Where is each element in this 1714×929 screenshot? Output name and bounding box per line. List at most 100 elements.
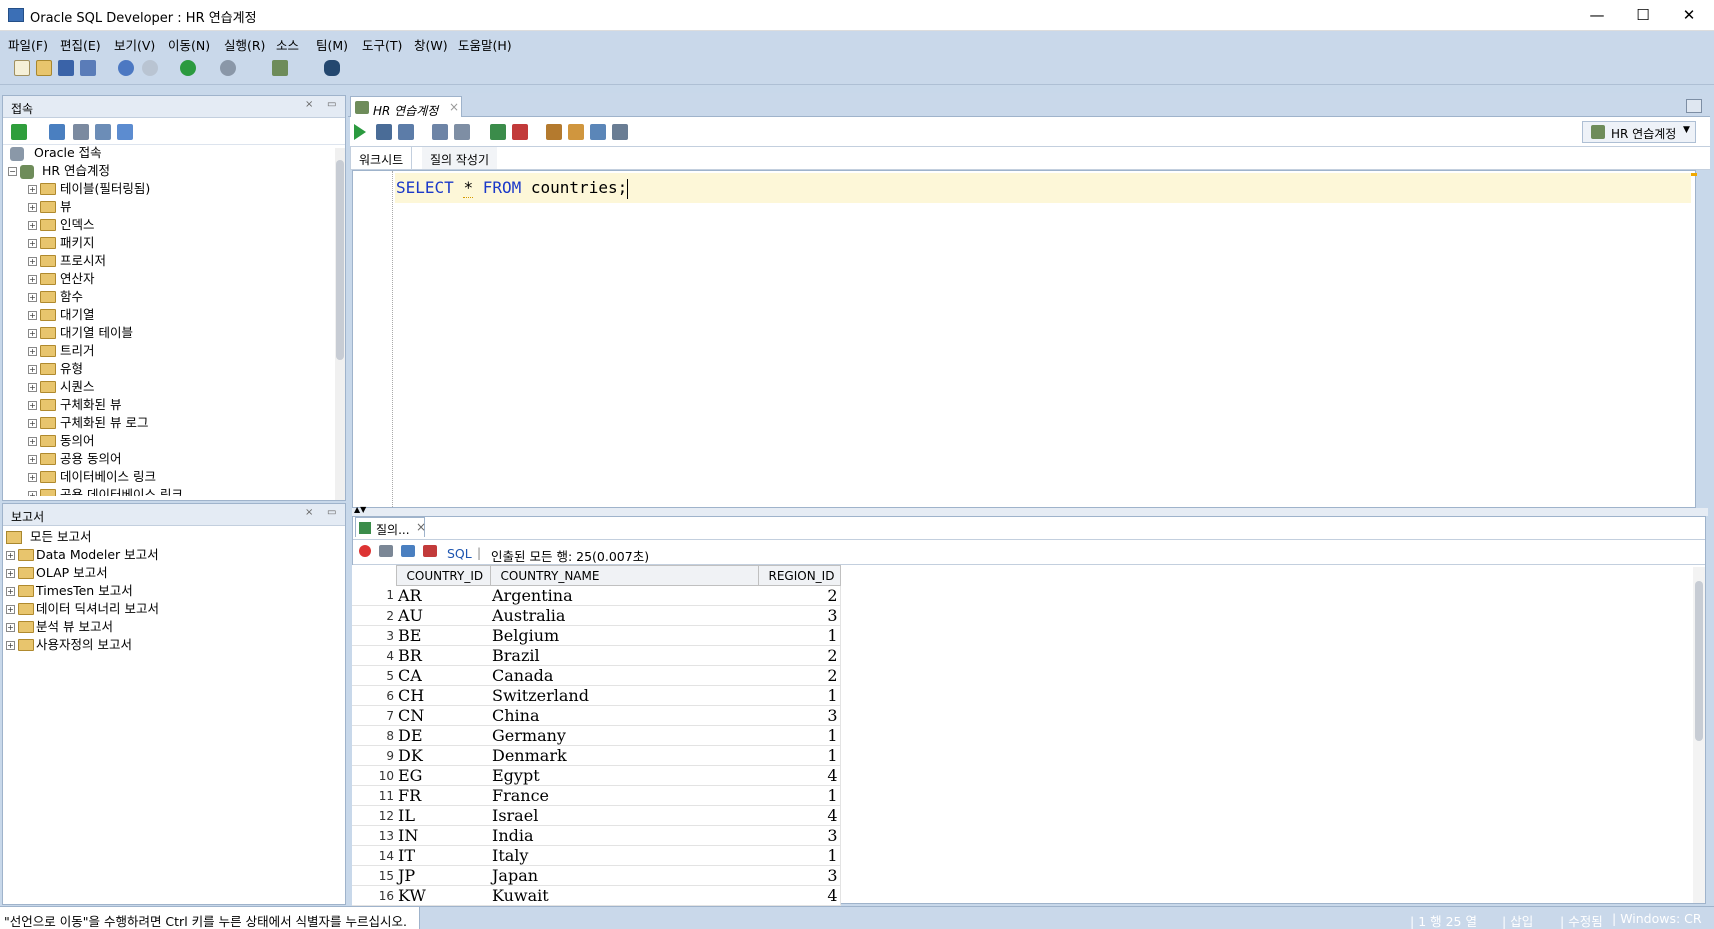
table-row[interactable]: 5 CA Canada 2 <box>352 665 841 686</box>
column-header-country-name[interactable]: COUNTRY_NAME <box>489 565 759 586</box>
binoculars-icon[interactable] <box>324 60 340 76</box>
splitter[interactable]: ▲▼ <box>352 505 1708 516</box>
tree-node-object-type[interactable]: + 데이터베이스 링크 <box>26 468 336 486</box>
forward-icon[interactable] <box>220 60 236 76</box>
cell-country-id[interactable]: AU <box>396 605 490 626</box>
expand-toggle-icon[interactable]: + <box>28 311 37 320</box>
cell-country-name[interactable]: Japan <box>490 865 758 886</box>
redo-icon[interactable] <box>142 60 158 76</box>
collapse-icon[interactable] <box>117 124 133 140</box>
table-row[interactable]: 11 FR France 1 <box>352 785 841 806</box>
tree-node-all-reports[interactable]: 모든 보고서 <box>4 528 334 546</box>
tab-worksheet[interactable]: 워크시트 <box>350 147 413 169</box>
panel-minimize-icon[interactable]: ▭ <box>327 99 336 110</box>
expand-toggle-icon[interactable]: + <box>28 239 37 248</box>
expand-toggle-icon[interactable]: + <box>6 641 15 650</box>
minimize-button[interactable]: — <box>1574 0 1620 30</box>
expand-toggle-icon[interactable]: + <box>28 347 37 356</box>
tree-node-object-type[interactable]: + 프로시저 <box>26 252 336 270</box>
save-icon[interactable] <box>58 60 74 76</box>
sql-worksheet-icon[interactable] <box>272 60 288 76</box>
cell-country-name[interactable]: Italy <box>490 845 758 866</box>
maximize-button[interactable]: ☐ <box>1620 0 1666 30</box>
cell-region-id[interactable]: 3 <box>758 605 841 626</box>
cell-country-name[interactable]: Germany <box>490 725 758 746</box>
cell-country-id[interactable]: JP <box>396 865 490 886</box>
tree-node-object-type[interactable]: + 동의어 <box>26 432 336 450</box>
collapse-toggle-icon[interactable]: − <box>8 167 17 176</box>
table-row[interactable]: 12 IL Israel 4 <box>352 805 841 826</box>
cell-country-name[interactable]: Australia <box>490 605 758 626</box>
cell-country-id[interactable]: IL <box>396 805 490 826</box>
chevron-down-icon[interactable]: ▼ <box>1683 125 1690 135</box>
tab-close-icon[interactable]: × <box>416 520 426 534</box>
menu-view[interactable]: 보기(V) <box>114 35 155 54</box>
expand-toggle-icon[interactable]: + <box>28 293 37 302</box>
table-row[interactable]: 1 AR Argentina 2 <box>352 585 841 606</box>
tree-node-object-type[interactable]: + 트리거 <box>26 342 336 360</box>
add-connection-icon[interactable] <box>11 124 27 140</box>
connections-scrollbar[interactable] <box>335 148 345 500</box>
cell-region-id[interactable]: 4 <box>758 805 841 826</box>
cell-country-name[interactable]: Kuwait <box>490 885 758 906</box>
tab-close-icon[interactable]: × <box>449 100 459 114</box>
expand-toggle-icon[interactable]: + <box>28 437 37 446</box>
save-all-icon[interactable] <box>80 60 96 76</box>
unshared-sql-icon[interactable] <box>546 124 562 140</box>
cell-country-name[interactable]: India <box>490 825 758 846</box>
tree-node-report-folder[interactable]: + 데이터 딕셔너리 보고서 <box>4 600 334 618</box>
menu-file[interactable]: 파일(F) <box>8 35 48 54</box>
sql-link[interactable]: SQL <box>447 546 472 561</box>
refresh-icon[interactable] <box>401 545 415 557</box>
explain-plan-icon[interactable] <box>432 124 448 140</box>
expand-toggle-icon[interactable]: + <box>28 203 37 212</box>
schema-browser-icon[interactable] <box>95 124 111 140</box>
cell-country-name[interactable]: Switzerland <box>490 685 758 706</box>
cell-region-id[interactable]: 1 <box>758 685 841 706</box>
tree-node-report-folder[interactable]: + OLAP 보고서 <box>4 564 334 582</box>
expand-toggle-icon[interactable]: + <box>28 221 37 230</box>
expand-toggle-icon[interactable]: + <box>6 569 15 578</box>
expand-toggle-icon[interactable]: + <box>6 587 15 596</box>
clear-icon[interactable] <box>568 124 584 140</box>
table-row[interactable]: 16 KW Kuwait 4 <box>352 885 841 906</box>
back-icon[interactable] <box>180 60 196 76</box>
cell-country-id[interactable]: CH <box>396 685 490 706</box>
tree-node-object-type[interactable]: + 대기열 <box>26 306 336 324</box>
editor-tab[interactable]: HR 연습계정 × <box>350 96 462 118</box>
cell-region-id[interactable]: 3 <box>758 705 841 726</box>
expand-toggle-icon[interactable]: + <box>28 257 37 266</box>
sql-statement[interactable]: SELECT * FROM countries; <box>396 178 629 199</box>
table-row[interactable]: 13 IN India 3 <box>352 825 841 846</box>
expand-toggle-icon[interactable]: + <box>28 365 37 374</box>
table-row[interactable]: 9 DK Denmark 1 <box>352 745 841 766</box>
tab-query-result[interactable]: 질의... × <box>355 517 426 537</box>
expand-toggle-icon[interactable]: + <box>28 185 37 194</box>
table-row[interactable]: 7 CN China 3 <box>352 705 841 726</box>
expand-toggle-icon[interactable]: + <box>6 605 15 614</box>
history-icon[interactable] <box>590 124 606 140</box>
connection-selector[interactable]: HR 연습계정 ▼ <box>1582 121 1696 143</box>
tree-node-hr-connection[interactable]: − HR 연습계정 <box>6 162 336 180</box>
table-row[interactable]: 3 BE Belgium 1 <box>352 625 841 646</box>
tree-node-object-type[interactable]: + 구체화된 뷰 <box>26 396 336 414</box>
cell-country-id[interactable]: BR <box>396 645 490 666</box>
cell-country-id[interactable]: IN <box>396 825 490 846</box>
cell-country-name[interactable]: Brazil <box>490 645 758 666</box>
tree-node-report-folder[interactable]: + 사용자정의 보고서 <box>4 636 334 654</box>
cancel-icon[interactable] <box>423 545 437 557</box>
cell-country-name[interactable]: Belgium <box>490 625 758 646</box>
cell-region-id[interactable]: 1 <box>758 625 841 646</box>
menu-source[interactable]: 소스 <box>276 35 299 54</box>
tree-node-object-type[interactable]: + 연산자 <box>26 270 336 288</box>
expand-toggle-icon[interactable]: + <box>6 623 15 632</box>
cell-country-name[interactable]: Denmark <box>490 745 758 766</box>
expand-toggle-icon[interactable]: + <box>28 419 37 428</box>
splitter-arrows-icon[interactable]: ▲▼ <box>354 505 366 514</box>
panel-minimize-icon[interactable]: ▭ <box>327 507 336 518</box>
commit-icon[interactable] <box>490 124 506 140</box>
cell-region-id[interactable]: 3 <box>758 825 841 846</box>
tree-node-object-type[interactable]: + 공용 데이터베이스 링크 <box>26 486 336 496</box>
tree-node-object-type[interactable]: + 유형 <box>26 360 336 378</box>
column-header-region-id[interactable]: REGION_ID <box>757 565 841 586</box>
